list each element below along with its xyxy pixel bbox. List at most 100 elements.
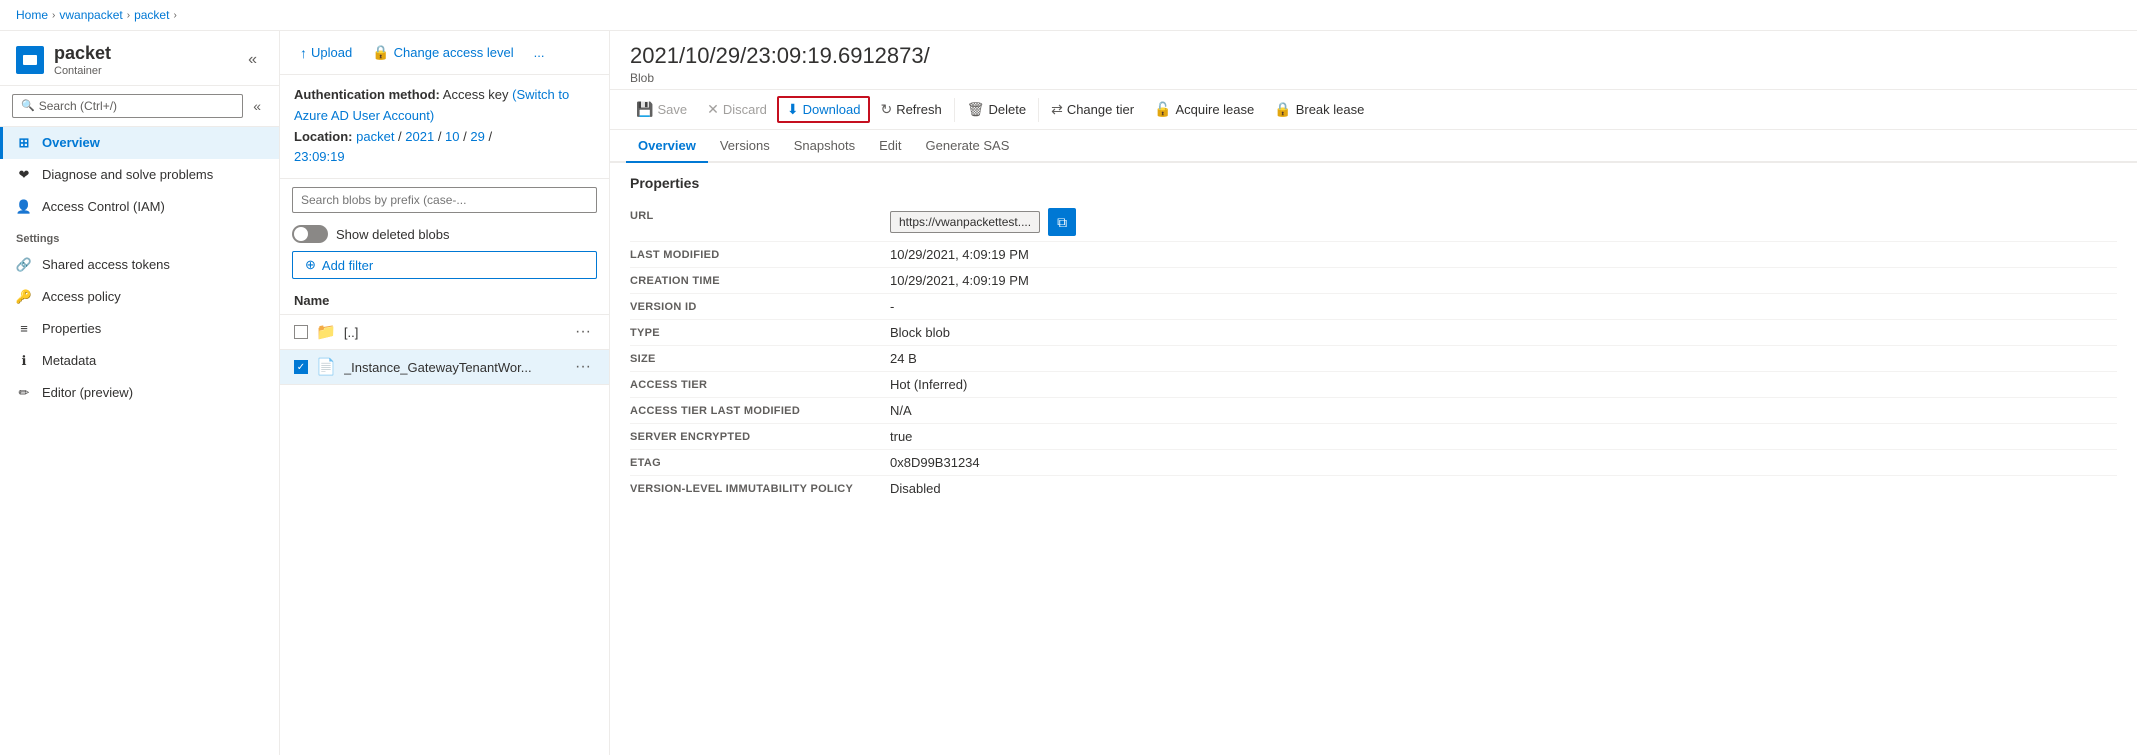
auth-info: Authentication method: Access key (Switc… [280, 75, 609, 179]
properties-table: URLhttps://vwanpackettest....⧉LAST MODIF… [630, 203, 2117, 501]
property-value-8: true [890, 429, 2117, 444]
property-key-2: CREATION TIME [630, 273, 890, 287]
acquire-lease-label: Acquire lease [1175, 102, 1254, 117]
search-placeholder: Search (Ctrl+/) [39, 99, 117, 113]
tab-overview[interactable]: Overview [626, 130, 708, 163]
break-lease-button[interactable]: 🔒 Break lease [1264, 96, 1374, 123]
sidebar-item-diagnose-label: Diagnose and solve problems [42, 167, 213, 182]
access-policy-icon: 🔑 [16, 289, 32, 305]
sidebar-item-access-control[interactable]: 👤 Access Control (IAM) [0, 191, 279, 223]
sidebar-item-editor-label: Editor (preview) [42, 385, 133, 400]
property-value-6: Hot (Inferred) [890, 377, 2117, 392]
auth-method-value: Access key [443, 87, 509, 102]
diagnose-icon: ❤ [16, 167, 32, 183]
location-time[interactable]: 23:09:19 [294, 149, 345, 164]
discard-button[interactable]: ✕ Discard [697, 96, 777, 123]
blob-name-parent: [..] [344, 325, 563, 340]
property-value-5: 24 B [890, 351, 2117, 366]
property-value-0: https://vwanpackettest....⧉ [890, 208, 2117, 236]
middle-panel: ↑ Upload 🔒 Change access level ... Authe… [280, 31, 610, 755]
access-control-icon: 👤 [16, 199, 32, 215]
sidebar-item-overview[interactable]: ⊞ Overview [0, 127, 279, 159]
property-row-7: ACCESS TIER LAST MODIFIEDN/A [630, 398, 2117, 424]
delete-button[interactable]: 🗑 Delete [957, 96, 1036, 123]
toggle-knob [294, 227, 308, 241]
location-part-3[interactable]: 10 [445, 129, 459, 144]
property-value-2: 10/29/2021, 4:09:19 PM [890, 273, 2117, 288]
location-part-2[interactable]: 2021 [405, 129, 434, 144]
download-icon: ⬇ [787, 101, 799, 118]
property-key-4: TYPE [630, 325, 890, 339]
blob-checkbox-parent[interactable] [294, 325, 308, 339]
breadcrumb-vwanpacket[interactable]: vwanpacket [59, 8, 122, 22]
save-icon: 💾 [636, 101, 653, 118]
breadcrumb-home[interactable]: Home [16, 8, 48, 22]
blob-name-1: _Instance_GatewayTenantWor... [344, 360, 563, 375]
blob-row-parent[interactable]: 📁 [..] ··· [280, 315, 609, 350]
sidebar-item-shared-access-label: Shared access tokens [42, 257, 170, 272]
property-key-3: VERSION ID [630, 299, 890, 313]
sidebar-item-editor[interactable]: ✏ Editor (preview) [0, 377, 279, 409]
sidebar-header: packet Container « [0, 31, 279, 86]
delete-label: Delete [989, 102, 1027, 117]
property-key-7: ACCESS TIER LAST MODIFIED [630, 403, 890, 417]
sidebar-item-properties[interactable]: ≡ Properties [0, 313, 279, 345]
sidebar-item-diagnose[interactable]: ❤ Diagnose and solve problems [0, 159, 279, 191]
sidebar-subtitle: Container [54, 65, 232, 77]
search-collapse-button[interactable]: « [247, 96, 267, 116]
property-row-9: ETAG0x8D99B31234 [630, 450, 2117, 476]
filter-icon: ⊕ [305, 257, 316, 273]
acquire-lease-icon: 🔓 [1154, 101, 1171, 118]
sidebar-collapse-button[interactable]: « [242, 49, 263, 71]
file-icon: 📄 [316, 357, 336, 377]
chevron-icon: › [52, 10, 55, 21]
property-key-6: ACCESS TIER [630, 377, 890, 391]
blob-toolbar: 💾 Save ✕ Discard ⬇ Download ↻ Refresh 🗑 … [610, 90, 2137, 130]
folder-icon: 📁 [316, 322, 336, 342]
breadcrumb-packet[interactable]: packet [134, 8, 169, 22]
save-button[interactable]: 💾 Save [626, 96, 697, 123]
tab-versions[interactable]: Versions [708, 130, 782, 163]
search-input-box[interactable]: 🔍 Search (Ctrl+/) [12, 94, 243, 118]
blob-more-parent[interactable]: ··· [571, 321, 595, 343]
property-row-4: TYPEBlock blob [630, 320, 2117, 346]
location-part-1[interactable]: packet [356, 129, 394, 144]
property-key-10: VERSION-LEVEL IMMUTABILITY POLICY [630, 481, 890, 495]
blob-more-1[interactable]: ··· [571, 356, 595, 378]
download-button[interactable]: ⬇ Download [777, 96, 871, 123]
blob-checkbox-1[interactable] [294, 360, 308, 374]
sidebar-item-metadata[interactable]: ℹ Metadata [0, 345, 279, 377]
copy-url-button[interactable]: ⧉ [1048, 208, 1076, 236]
chevron-icon-3: › [173, 10, 176, 21]
add-filter-button[interactable]: ⊕ Add filter [292, 251, 597, 279]
change-tier-button[interactable]: ⇄ Change tier [1041, 96, 1144, 123]
sidebar: packet Container « 🔍 Search (Ctrl+/) « ⊞… [0, 31, 280, 755]
lock-icon: 🔒 [372, 44, 389, 61]
blob-search-input[interactable] [292, 187, 597, 213]
change-tier-icon: ⇄ [1051, 101, 1063, 118]
property-key-1: LAST MODIFIED [630, 247, 890, 261]
change-access-button[interactable]: 🔒 Change access level [364, 39, 521, 66]
discard-icon: ✕ [707, 101, 719, 118]
search-icon: 🔍 [21, 99, 35, 112]
tab-generate-sas[interactable]: Generate SAS [914, 130, 1022, 163]
sidebar-item-access-policy[interactable]: 🔑 Access policy [0, 281, 279, 313]
acquire-lease-button[interactable]: 🔓 Acquire lease [1144, 96, 1264, 123]
show-deleted-toggle[interactable] [292, 225, 328, 243]
blob-search [280, 179, 609, 221]
upload-button[interactable]: ↑ Upload [292, 40, 360, 66]
editor-icon: ✏ [16, 385, 32, 401]
blob-path-title: 2021/10/29/23:09:19.6912873/ [630, 43, 2117, 69]
location-part-4[interactable]: 29 [470, 129, 484, 144]
refresh-button[interactable]: ↻ Refresh [870, 96, 951, 123]
tab-edit[interactable]: Edit [867, 130, 913, 163]
sidebar-item-shared-access[interactable]: 🔗 Shared access tokens [0, 249, 279, 281]
more-icon: ... [534, 45, 545, 60]
change-access-label: Change access level [394, 45, 514, 60]
sidebar-item-access-control-label: Access Control (IAM) [42, 199, 165, 214]
blob-row-1[interactable]: 📄 _Instance_GatewayTenantWor... ··· [280, 350, 609, 385]
tab-snapshots[interactable]: Snapshots [782, 130, 867, 163]
break-lease-label: Break lease [1296, 102, 1365, 117]
location-label: Location: [294, 129, 353, 144]
more-button[interactable]: ... [526, 40, 553, 65]
